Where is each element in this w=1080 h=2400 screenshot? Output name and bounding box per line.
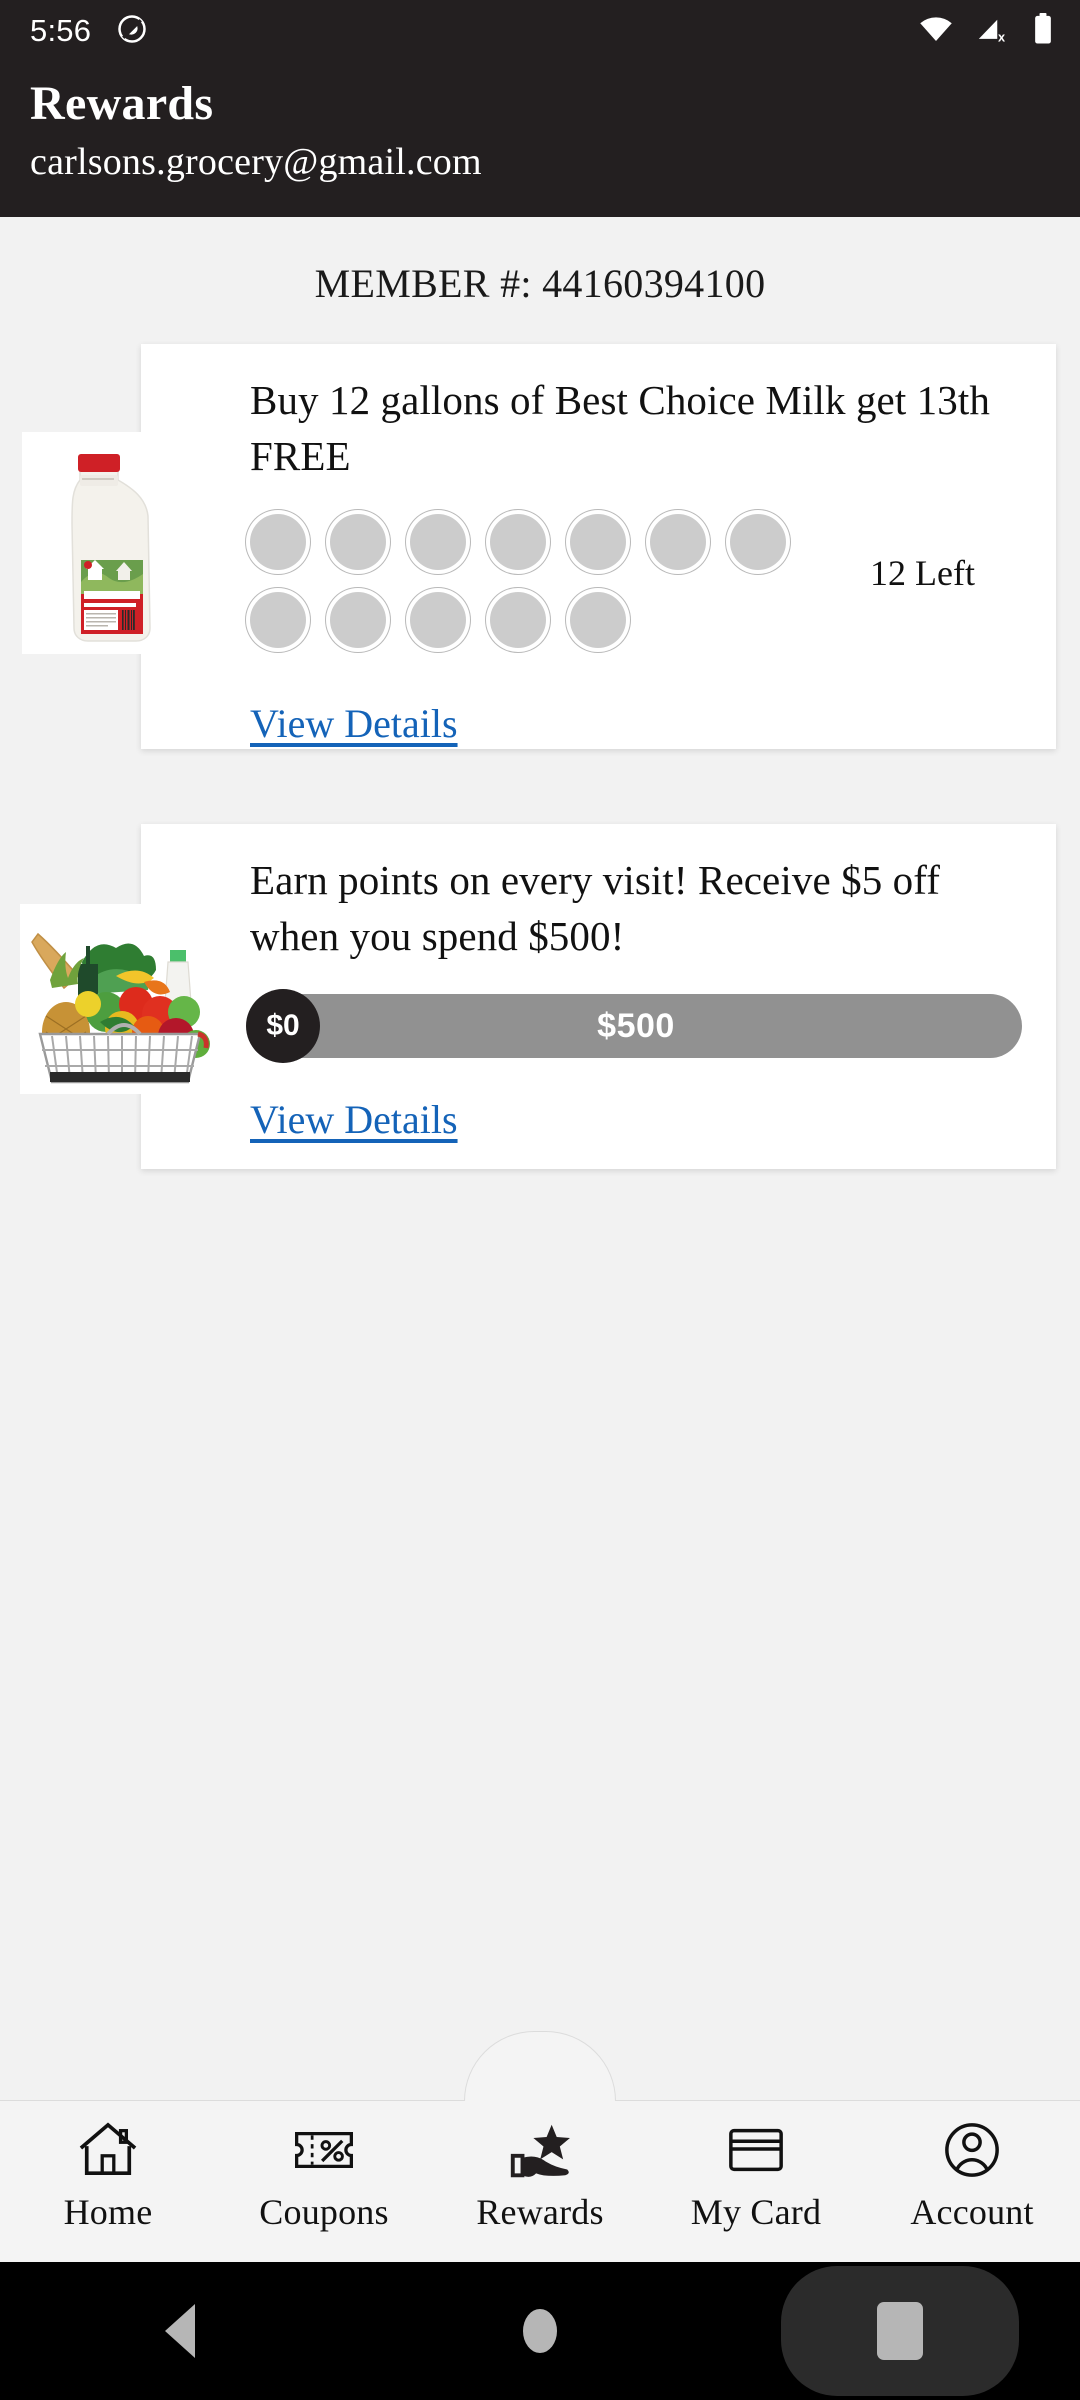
stamp	[250, 592, 306, 648]
stamp	[730, 514, 786, 570]
coupon-percent-icon	[293, 2119, 355, 2181]
progress-goal-label: $500	[597, 1006, 675, 1045]
tab-label: My Card	[690, 2192, 822, 2232]
reward-card-body: Earn points on every visit! Receive $5 o…	[141, 824, 1056, 1143]
house-icon	[77, 2119, 139, 2181]
reward-card-points-wrapper: Earn points on every visit! Receive $5 o…	[0, 824, 1080, 1169]
back-triangle-icon[interactable]	[0, 2262, 360, 2400]
rotation-lock-icon	[117, 14, 147, 49]
progress-current-knob: $0	[246, 989, 320, 1063]
stamp	[490, 514, 546, 570]
stamps-remaining-label: 12 Left	[870, 553, 975, 593]
status-bar-left: 5:56	[30, 13, 147, 49]
tab-account[interactable]: Account	[864, 2101, 1080, 2233]
status-bar-clock: 5:56	[30, 13, 92, 48]
reward-card-milk-wrapper: Buy 12 gallons of Best Choice Milk get 1…	[0, 344, 1080, 749]
home-circle-icon[interactable]	[360, 2262, 720, 2400]
status-bar: 5:56 x	[0, 0, 1080, 62]
bottom-tab-bar: Home Coupons Rewards My Card Account	[0, 2100, 1080, 2262]
spend-progress-bar: $500 $0	[246, 989, 1022, 1063]
reward-card-body: Buy 12 gallons of Best Choice Milk get 1…	[141, 344, 1056, 747]
person-circle-icon	[942, 2119, 1002, 2181]
grocery-basket-image	[20, 904, 220, 1094]
reward-card[interactable]: Buy 12 gallons of Best Choice Milk get 1…	[141, 344, 1056, 749]
tab-rewards[interactable]: Rewards	[432, 2101, 648, 2233]
account-email: carlsons.grocery@gmail.com	[30, 141, 482, 183]
app-header: Rewards carlsons.grocery@gmail.com	[0, 62, 1080, 217]
stamp	[650, 514, 706, 570]
view-details-link[interactable]: View Details	[250, 700, 458, 747]
stamp	[570, 592, 626, 648]
svg-text:x: x	[998, 29, 1005, 43]
stamp	[330, 514, 386, 570]
page-title: Rewards	[30, 77, 214, 130]
stamp	[490, 592, 546, 648]
status-bar-right: x	[918, 12, 1054, 50]
credit-card-icon	[727, 2119, 785, 2181]
system-navigation-bar	[0, 2262, 1080, 2400]
reward-title: Buy 12 gallons of Best Choice Milk get 1…	[250, 377, 990, 479]
stamp	[570, 514, 626, 570]
tab-label: Home	[63, 2192, 153, 2232]
wifi-icon	[918, 14, 954, 49]
stamp	[330, 592, 386, 648]
tab-coupons[interactable]: Coupons	[216, 2101, 432, 2233]
reward-title: Earn points on every visit! Receive $5 o…	[250, 857, 941, 959]
punch-card-row: 12 Left	[250, 506, 1026, 662]
progress-current-label: $0	[266, 1009, 300, 1042]
punch-card-stamps	[250, 506, 860, 662]
tab-label: Coupons	[259, 2192, 389, 2232]
tab-my-card[interactable]: My Card	[648, 2101, 864, 2233]
battery-icon	[1032, 12, 1054, 50]
tab-home[interactable]: Home	[0, 2101, 216, 2233]
cellular-no-sim-icon: x	[976, 14, 1010, 49]
recents-square-icon[interactable]	[720, 2262, 1080, 2400]
stamp	[250, 514, 306, 570]
member-number: MEMBER #: 44160394100	[314, 261, 766, 306]
rewards-content: MEMBER #: 44160394100 Buy 12 gallons of …	[0, 217, 1080, 2090]
reward-card[interactable]: Earn points on every visit! Receive $5 o…	[141, 824, 1056, 1169]
tab-label: Account	[910, 2192, 1034, 2232]
stamp	[410, 514, 466, 570]
hand-star-icon	[505, 2119, 575, 2181]
milk-gallon-image	[22, 432, 190, 654]
view-details-link[interactable]: View Details	[250, 1096, 458, 1143]
tab-label: Rewards	[476, 2192, 604, 2232]
stamp	[410, 592, 466, 648]
